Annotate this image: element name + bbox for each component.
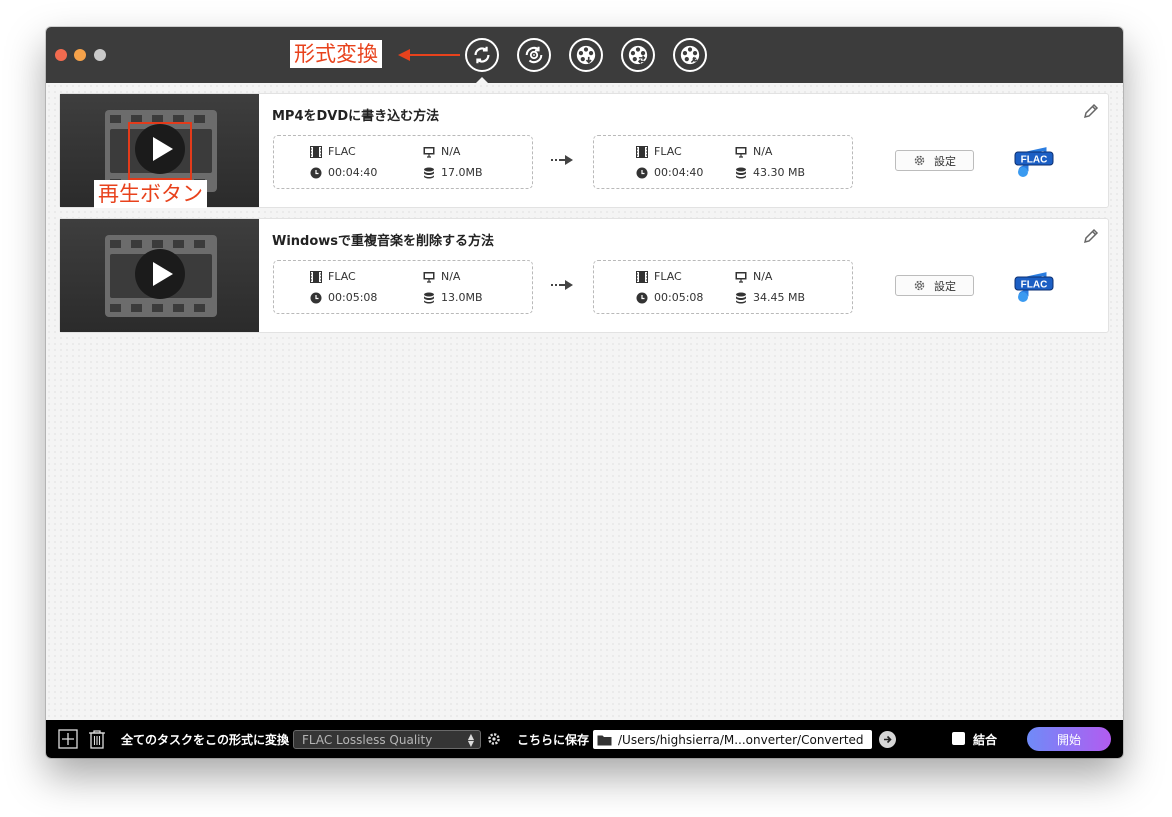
save-location-label: こちらに保存: [517, 732, 590, 747]
video-thumbnail: 再生ボタン: [60, 94, 259, 208]
toolbox-tab-button[interactable]: [673, 38, 707, 72]
svg-text:FLAC: FLAC: [1021, 280, 1048, 291]
source-info-box: FLAC N/A 00:05:08 13.0MB: [273, 260, 533, 314]
convert-icon: [474, 46, 490, 64]
film-icon: [636, 145, 648, 158]
merge-label: 結合: [973, 732, 998, 747]
output-path-field[interactable]: /Users/highsierra/M...onverter/Converted: [593, 730, 872, 749]
zoom-window-button[interactable]: [94, 49, 106, 61]
output-info-box: FLAC N/A 00:05:08 34.45 MB: [593, 260, 853, 314]
play-button[interactable]: [135, 249, 185, 299]
monitor-icon: [735, 146, 747, 158]
video-thumbnail: [60, 219, 259, 332]
database-icon: [424, 292, 434, 303]
gear-icon: [488, 733, 500, 745]
convert-arrow-icon: [551, 280, 573, 290]
settings-button[interactable]: 設定: [895, 150, 974, 171]
transfer-tab-button[interactable]: [621, 38, 655, 72]
minimize-window-button[interactable]: [74, 49, 86, 61]
task-title: MP4をDVDに書き込む方法: [272, 109, 440, 124]
task-item[interactable]: Windowsで重複音楽を削除する方法 FLAC N/A 00:05:08 13…: [59, 218, 1109, 333]
database-icon: [736, 292, 746, 303]
convert-annotation-arrow-icon: [398, 49, 460, 61]
gear-icon: [914, 155, 925, 166]
app-window: 形式変換 再生ボタン MP4をDVDに書き込む方法 FLAC N/A 00:04…: [46, 27, 1123, 758]
source-resolution: N/A: [423, 270, 460, 283]
convert-all-label: 全てのタスクをこの形式に変換: [121, 732, 290, 747]
trash-icon: [89, 730, 105, 749]
output-size: 34.45 MB: [735, 291, 805, 304]
flac-format-icon[interactable]: FLAC: [1014, 145, 1056, 179]
source-resolution: N/A: [423, 145, 460, 158]
source-size: 13.0MB: [423, 291, 483, 304]
clock-icon: [636, 167, 648, 178]
output-duration: 00:04:40: [636, 166, 703, 179]
output-resolution: N/A: [735, 270, 772, 283]
task-item[interactable]: 再生ボタン MP4をDVDに書き込む方法 FLAC N/A 00:04:40 1…: [59, 93, 1109, 208]
folder-icon: [597, 735, 612, 745]
clock-icon: [636, 292, 648, 303]
settings-button[interactable]: 設定: [895, 275, 974, 296]
film-icon: [310, 270, 322, 283]
delete-button[interactable]: [88, 720, 106, 758]
output-size: 43.30 MB: [735, 166, 805, 179]
pencil-icon[interactable]: [1082, 227, 1100, 245]
database-icon: [736, 167, 746, 178]
film-icon: [636, 270, 648, 283]
play-button-highlight: [128, 122, 192, 180]
pencil-icon[interactable]: [1082, 102, 1100, 120]
film-icon: [310, 145, 322, 158]
select-arrows-icon: ▲ ▼: [467, 732, 474, 748]
monitor-icon: [423, 271, 435, 283]
format-settings-button[interactable]: [487, 720, 501, 758]
add-file-button[interactable]: [58, 720, 78, 758]
merge-checkbox[interactable]: [952, 732, 965, 745]
bottom-bar: 全てのタスクをこの形式に変換 FLAC Lossless Quality ▲ ▼ …: [46, 720, 1123, 758]
source-format: FLAC: [310, 145, 356, 158]
source-format: FLAC: [310, 270, 356, 283]
play-annotation-label: 再生ボタン: [94, 180, 207, 208]
source-duration: 00:05:08: [310, 291, 377, 304]
open-folder-button[interactable]: [879, 731, 896, 748]
disc-rip-icon: [525, 46, 543, 64]
task-list-area: 再生ボタン MP4をDVDに書き込む方法 FLAC N/A 00:04:40 1…: [46, 83, 1123, 720]
source-duration: 00:04:40: [310, 166, 377, 179]
output-format-select[interactable]: FLAC Lossless Quality ▲ ▼: [293, 730, 481, 749]
arrow-right-icon: [884, 735, 892, 744]
convert-arrow-icon: [551, 155, 573, 165]
burn-tab-button[interactable]: [569, 38, 603, 72]
monitor-icon: [423, 146, 435, 158]
svg-text:FLAC: FLAC: [1021, 155, 1048, 166]
film-reel-download-icon: [576, 45, 596, 65]
output-format: FLAC: [636, 270, 682, 283]
output-duration: 00:05:08: [636, 291, 703, 304]
flac-format-icon[interactable]: FLAC: [1014, 270, 1056, 304]
source-size: 17.0MB: [423, 166, 483, 179]
gear-icon: [914, 280, 925, 291]
add-icon: [58, 729, 78, 749]
film-reel-transfer-icon: [628, 45, 648, 65]
task-title: Windowsで重複音楽を削除する方法: [272, 234, 495, 249]
convert-tab-button[interactable]: [465, 38, 499, 72]
output-resolution: N/A: [735, 145, 772, 158]
convert-annotation-label: 形式変換: [290, 40, 382, 68]
clock-icon: [310, 167, 322, 178]
clock-icon: [310, 292, 322, 303]
title-bar: 形式変換: [46, 27, 1123, 83]
rip-tab-button[interactable]: [517, 38, 551, 72]
output-format: FLAC: [636, 145, 682, 158]
monitor-icon: [735, 271, 747, 283]
database-icon: [424, 167, 434, 178]
close-window-button[interactable]: [55, 49, 67, 61]
source-info-box: FLAC N/A 00:04:40 17.0MB: [273, 135, 533, 189]
output-info-box: FLAC N/A 00:04:40 43.30 MB: [593, 135, 853, 189]
start-button[interactable]: 開始: [1027, 727, 1111, 751]
film-reel-tools-icon: [680, 45, 700, 65]
